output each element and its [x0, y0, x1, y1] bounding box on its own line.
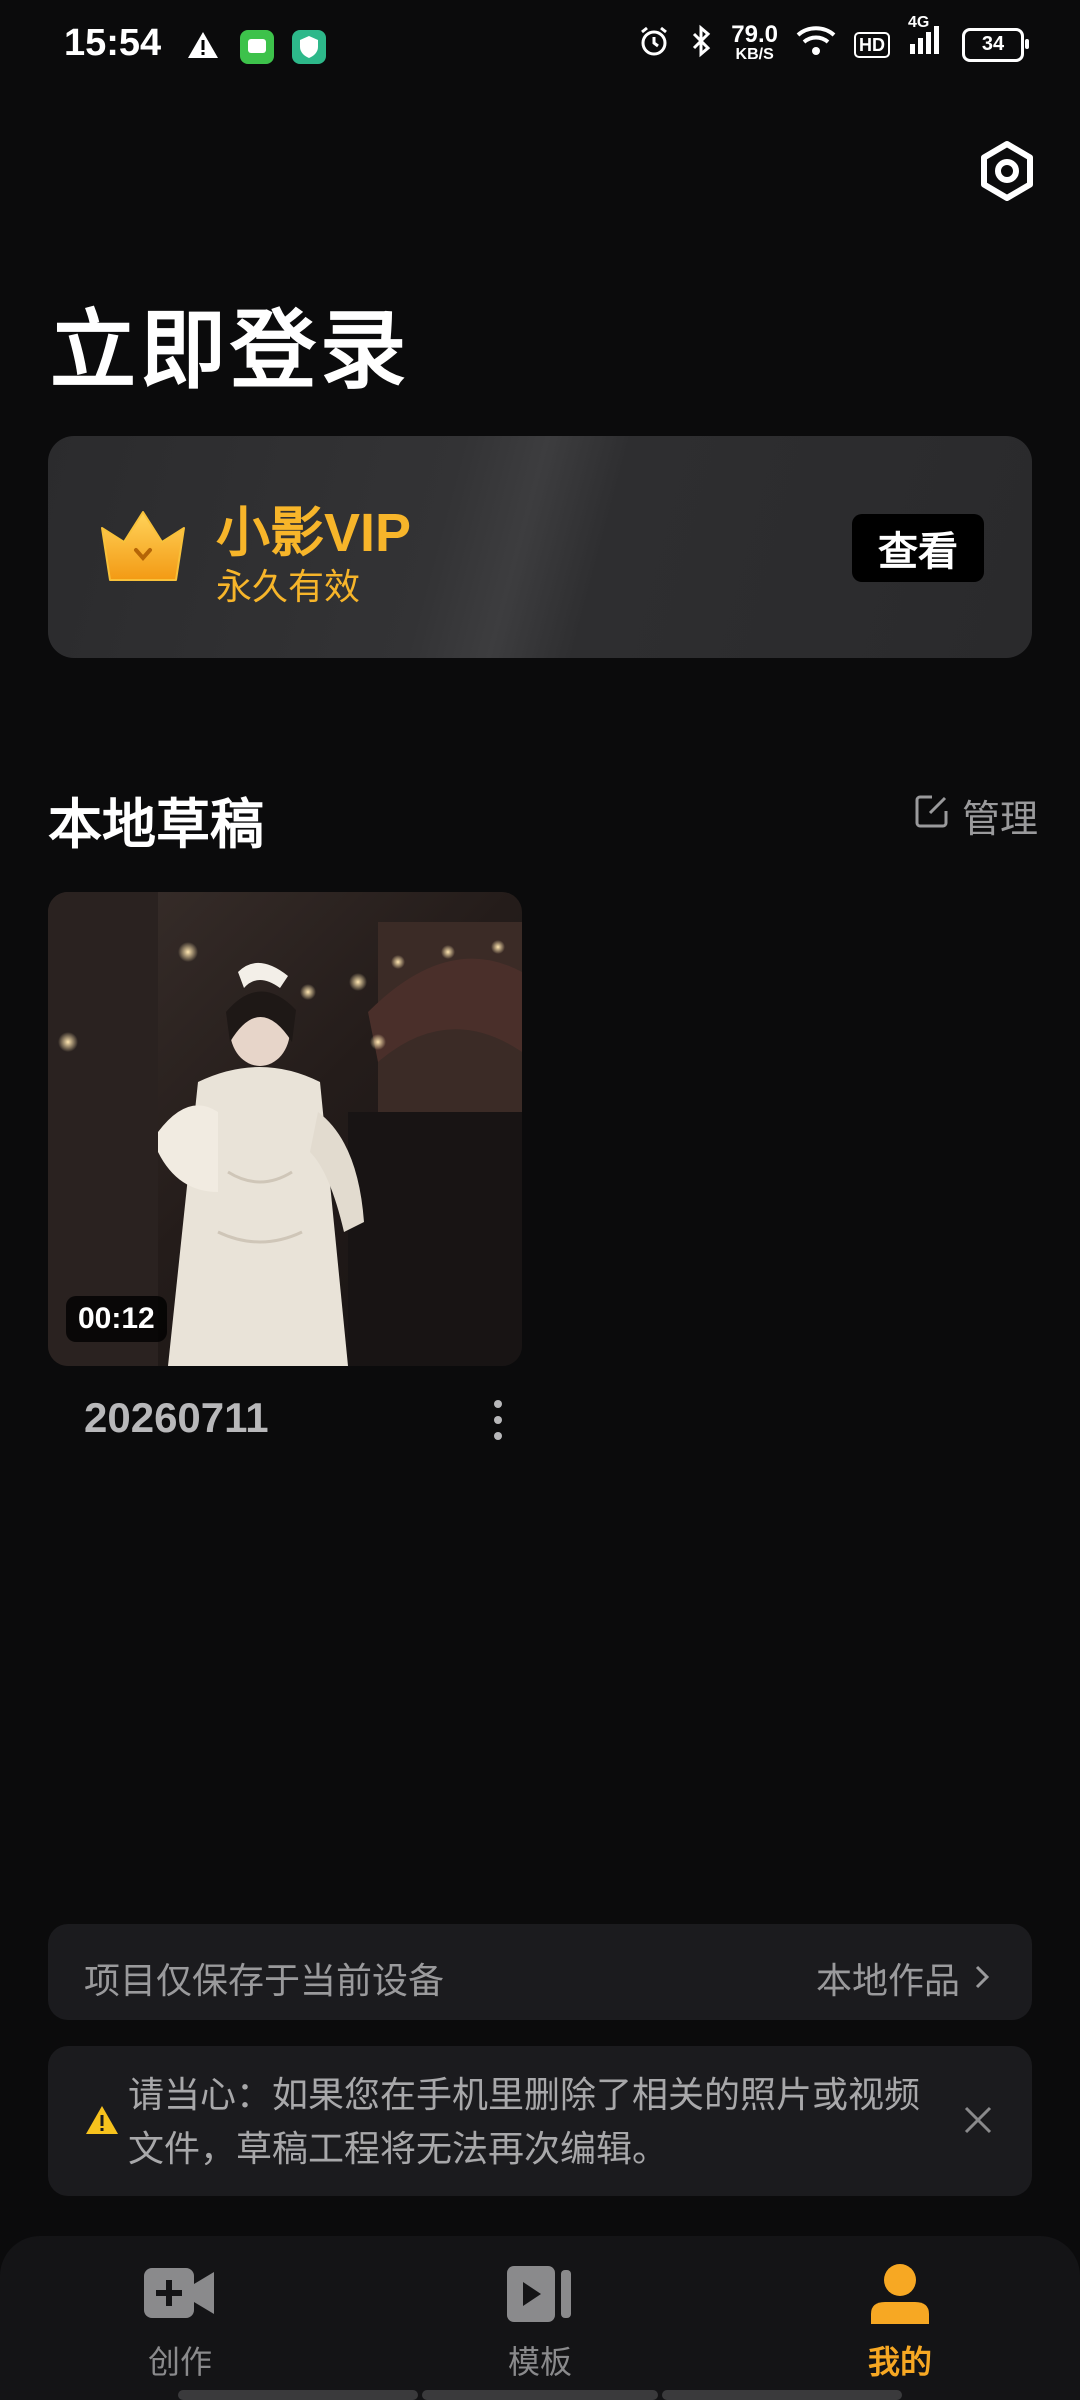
- vip-validity: 永久有效: [216, 566, 361, 607]
- draft-thumbnail[interactable]: [48, 892, 522, 1366]
- alarm-icon: [637, 24, 671, 65]
- nav-create-label: 创作: [147, 2344, 212, 2380]
- shield-app-icon: [292, 30, 326, 64]
- vip-view-button[interactable]: 查看: [852, 514, 984, 582]
- edit-icon: [914, 793, 950, 839]
- hd-badge: HD: [854, 31, 890, 58]
- draft-duration: 00:12: [66, 1296, 167, 1342]
- network-speed: 79.0 KB/S: [731, 20, 778, 63]
- nav-templates[interactable]: 模板: [440, 2262, 640, 2383]
- more-options-icon[interactable]: [486, 1396, 510, 1446]
- login-title[interactable]: 立即登录: [50, 280, 410, 405]
- battery-indicator: 34: [962, 27, 1029, 62]
- wifi-icon: [796, 25, 836, 64]
- nav-templates-label: 模板: [507, 2344, 572, 2380]
- nav-mine[interactable]: 我的: [800, 2262, 1000, 2383]
- home-indicator-segment: [178, 2390, 418, 2400]
- local-works-label: 本地作品: [815, 1960, 960, 2001]
- manage-button[interactable]: 管理: [914, 788, 1038, 843]
- settings-icon[interactable]: [976, 140, 1038, 202]
- chevron-right-icon: [974, 1957, 990, 1999]
- warning-text: 请当心：如果您在手机里删除了相关的照片或视频文件，草稿工程将无法再次编辑。: [128, 2074, 921, 2169]
- manage-label: 管理: [962, 799, 1039, 841]
- nav-mine-label: 我的: [867, 2344, 932, 2380]
- status-time: 15:54: [64, 22, 162, 64]
- nav-create[interactable]: 创作: [80, 2262, 280, 2383]
- home-indicator-segment: [662, 2390, 902, 2400]
- template-play-icon: [505, 2262, 575, 2329]
- storage-notice-text: 项目仅保存于当前设备: [84, 1960, 445, 2001]
- messages-app-icon: [240, 30, 274, 64]
- status-icons: 79.0 KB/S HD 4G 34: [637, 14, 1029, 65]
- vip-name: 小影VIP: [216, 503, 412, 563]
- close-icon[interactable]: [962, 2104, 994, 2136]
- signal-4g-icon: 4G: [908, 14, 944, 63]
- bluetooth-icon: [689, 24, 713, 65]
- video-camera-plus-icon: [142, 2262, 218, 2329]
- warning-triangle-icon: [186, 30, 220, 65]
- drafts-title: 本地草稿: [48, 795, 264, 855]
- person-icon: [869, 2262, 931, 2329]
- home-indicator-segment: [422, 2390, 658, 2400]
- local-works-link[interactable]: 本地作品: [816, 1952, 990, 2004]
- warning-icon: [84, 2104, 120, 2141]
- crown-icon: [98, 508, 188, 584]
- draft-name: 20260711: [84, 1394, 269, 1441]
